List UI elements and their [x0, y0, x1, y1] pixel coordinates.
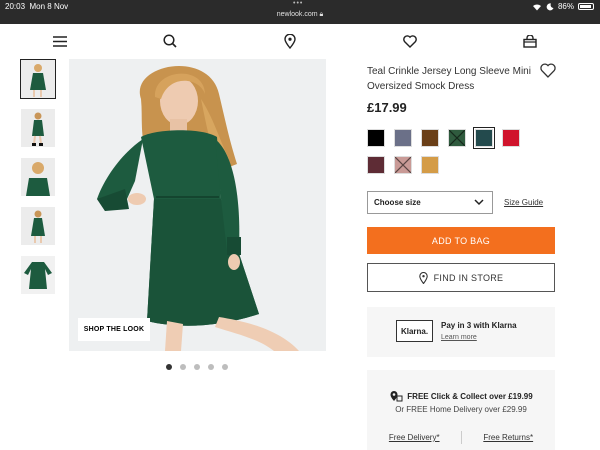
colour-swatch-1[interactable]	[367, 129, 385, 147]
pager-dot-2[interactable]	[180, 364, 186, 370]
heart-icon[interactable]	[401, 32, 419, 50]
top-nav	[0, 24, 600, 58]
size-select[interactable]: Choose size	[367, 191, 493, 214]
find-in-store-button[interactable]: FIND IN STORE	[367, 263, 555, 292]
status-bar: 20:03 Mon 8 Nov ••• newlook.com 🔒︎ 86%	[0, 0, 600, 24]
location-icon[interactable]	[281, 32, 299, 50]
colour-swatch-7[interactable]	[367, 156, 385, 174]
colour-swatches	[367, 127, 537, 174]
status-time: 20:03 Mon 8 Nov	[5, 2, 69, 11]
colour-swatch-2[interactable]	[394, 129, 412, 147]
battery-percent: 86%	[557, 2, 574, 11]
colour-swatch-8[interactable]	[394, 156, 412, 174]
location-pin-icon	[418, 271, 428, 284]
colour-swatch-5[interactable]	[473, 127, 495, 149]
size-select-label: Choose size	[374, 198, 421, 207]
product-title: Teal Crinkle Jersey Long Sleeve Mini Ove…	[367, 66, 531, 92]
free-delivery-link[interactable]: Free Delivery*	[389, 433, 440, 442]
image-pager	[166, 364, 228, 370]
find-in-store-label: FIND IN STORE	[433, 272, 504, 283]
click-collect-row: FREE Click & Collect over £19.99	[367, 390, 555, 402]
free-returns-link[interactable]: Free Returns*	[483, 433, 533, 442]
chevron-down-icon	[474, 199, 484, 206]
thumbnail-list	[20, 59, 56, 305]
thumbnail-5[interactable]	[21, 256, 55, 294]
home-delivery-text: Or FREE Home Delivery over £29.99	[395, 405, 527, 414]
click-collect-icon	[390, 391, 403, 402]
address-bar[interactable]: newlook.com 🔒︎	[0, 11, 600, 19]
shop-the-look-button[interactable]: SHOP THE LOOK	[78, 318, 150, 341]
thumbnail-1[interactable]	[20, 59, 56, 99]
colour-swatch-6[interactable]	[502, 129, 520, 147]
size-guide-link[interactable]: Size Guide	[504, 198, 543, 207]
pager-dot-5[interactable]	[222, 364, 228, 370]
klarna-logo: Klarna.	[396, 320, 433, 342]
menu-icon[interactable]	[51, 32, 69, 50]
thumbnail-3[interactable]	[21, 158, 55, 196]
click-collect-text: FREE Click & Collect over £19.99	[407, 391, 533, 401]
product-main-image[interactable]	[69, 59, 326, 351]
pager-dot-4[interactable]	[208, 364, 214, 370]
product-price: £17.99	[367, 100, 407, 115]
delivery-links: Free Delivery* Free Returns*	[367, 433, 555, 442]
thumbnail-2[interactable]	[21, 109, 55, 147]
status-indicators: 86%	[532, 2, 594, 11]
pager-dot-3[interactable]	[194, 364, 200, 370]
wishlist-heart-icon[interactable]	[540, 63, 556, 79]
wifi-icon	[532, 3, 541, 11]
colour-swatch-3[interactable]	[421, 129, 439, 147]
tab-dots-icon[interactable]: •••	[293, 0, 303, 7]
add-to-bag-button[interactable]: ADD TO BAG	[367, 227, 555, 254]
pager-dot-1[interactable]	[166, 364, 172, 370]
klarna-learn-more-link[interactable]: Learn more	[441, 334, 477, 341]
delivery-panel: FREE Click & Collect over £19.99 Or FREE…	[367, 370, 555, 450]
klarna-panel: Klarna. Pay in 3 with Klarna Learn more	[367, 307, 555, 357]
lock-icon: 🔒︎	[319, 11, 324, 18]
colour-swatch-4[interactable]	[448, 129, 466, 147]
battery-icon	[578, 3, 594, 10]
klarna-headline: Pay in 3 with Klarna	[441, 321, 517, 330]
thumbnail-4[interactable]	[21, 207, 55, 245]
moon-icon	[546, 2, 554, 10]
search-icon[interactable]	[161, 32, 179, 50]
colour-swatch-9[interactable]	[421, 156, 439, 174]
bag-icon[interactable]	[521, 32, 539, 50]
